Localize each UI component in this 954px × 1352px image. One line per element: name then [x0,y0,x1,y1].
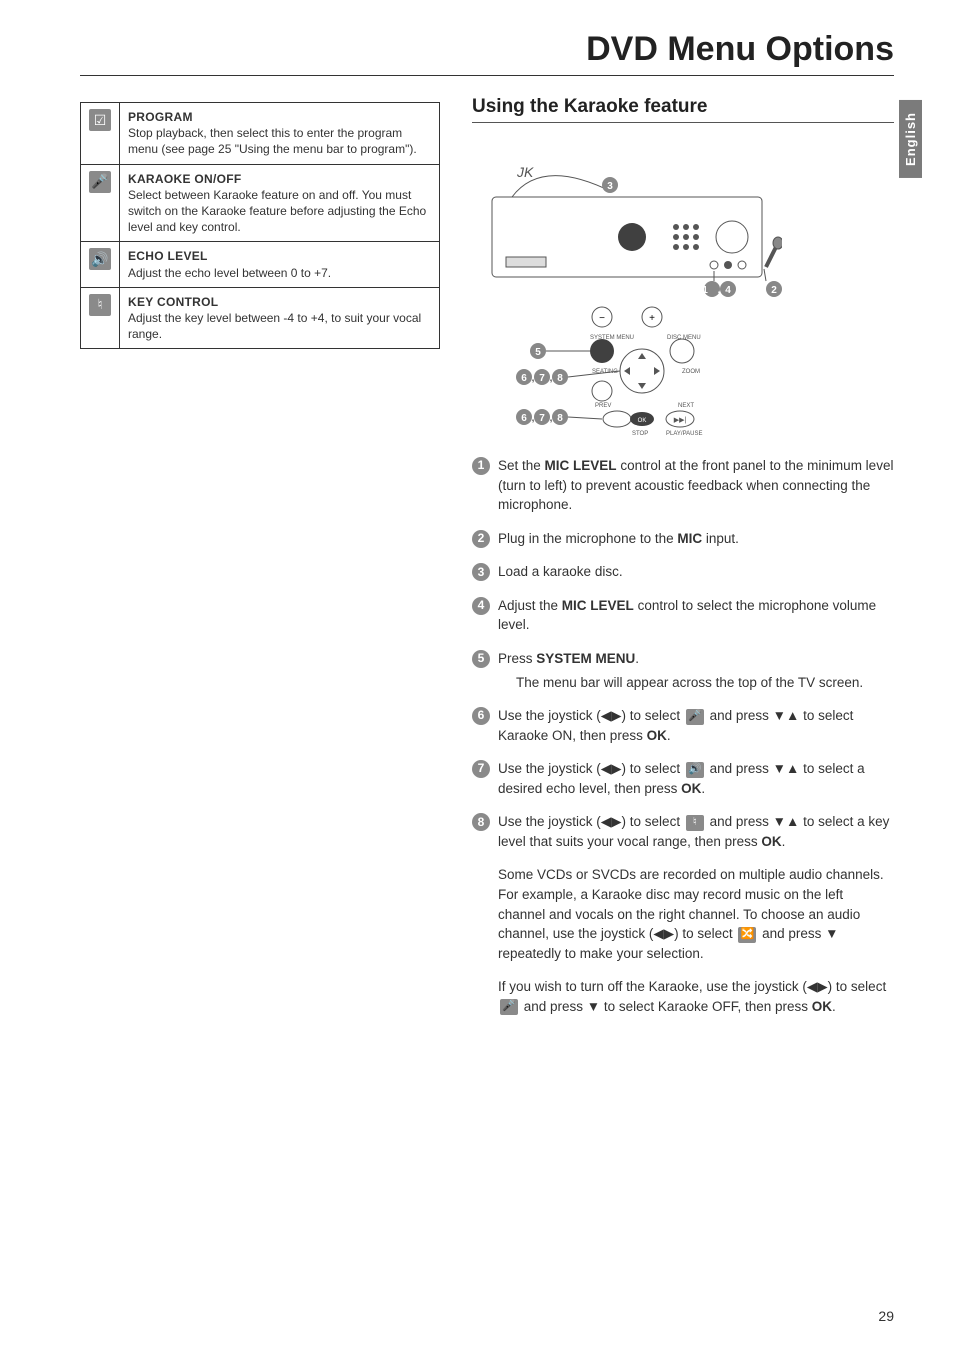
option-desc: Stop playback, then select this to enter… [128,125,431,157]
karaoke-icon: 🎤 [686,709,704,725]
svg-text:SYSTEM MENU: SYSTEM MENU [590,335,634,341]
option-desc: Select between Karaoke feature on and of… [128,187,431,236]
table-row: ♮ KEY CONTROL Adjust the key level betwe… [81,287,440,349]
table-row: 🔊 ECHO LEVEL Adjust the echo level betwe… [81,242,440,287]
instruction-steps: Set the MIC LEVEL control at the front p… [472,456,894,851]
svg-text:PLAY/PAUSE: PLAY/PAUSE [666,431,702,437]
svg-text:6: 6 [521,373,527,384]
option-title: PROGRAM [128,109,431,125]
table-row: 🎤 KARAOKE ON/OFF Select between Karaoke … [81,164,440,242]
note-block: Some VCDs or SVCDs are recorded on multi… [498,865,894,963]
svg-text:JK: JK [516,164,534,180]
svg-text:5: 5 [535,347,541,358]
step-item: Use the joystick (◀▶) to select 🎤 and pr… [472,706,894,745]
option-desc: Adjust the key level between -4 to +4, t… [128,310,431,342]
karaoke-icon: 🎤 [500,999,518,1015]
note-block: If you wish to turn off the Karaoke, use… [498,977,894,1016]
svg-text:,: , [550,413,553,424]
svg-text:,: , [532,373,535,384]
device-diagram: JK − + SYSTEM MENU DISC MENU [482,137,782,442]
svg-text:+: + [649,313,655,324]
svg-text:DISC MENU: DISC MENU [667,335,701,341]
page-title: DVD Menu Options [586,30,894,69]
step-item: Set the MIC LEVEL control at the front p… [472,456,894,515]
option-title: ECHO LEVEL [128,248,431,264]
svg-text:OK: OK [638,418,647,424]
key-control-icon: ♮ [686,815,704,831]
step-item: Use the joystick (◀▶) to select ♮ and pr… [472,812,894,851]
option-title: KEY CONTROL [128,294,431,310]
svg-text:ZOOM: ZOOM [682,369,700,375]
step-item: Plug in the microphone to the MIC input. [472,529,894,549]
svg-text:,: , [550,373,553,384]
svg-text:6: 6 [521,413,527,424]
svg-text:,: , [532,413,535,424]
step-item: Adjust the MIC LEVEL control to select t… [472,596,894,635]
step-item: Use the joystick (◀▶) to select 🔊 and pr… [472,759,894,798]
option-title: KARAOKE ON/OFF [128,171,431,187]
page-number: 29 [878,1308,894,1324]
echo-level-icon: 🔊 [686,762,704,778]
svg-text:NEXT: NEXT [678,403,694,409]
option-desc: Adjust the echo level between 0 to +7. [128,265,431,281]
karaoke-icon: 🎤 [89,171,111,193]
table-row: ☑ PROGRAM Stop playback, then select thi… [81,103,440,165]
svg-text:4: 4 [725,285,731,296]
svg-text:1: 1 [702,285,708,296]
svg-text:8: 8 [557,373,563,384]
echo-level-icon: 🔊 [89,248,111,270]
svg-text:7: 7 [539,373,545,384]
options-table: ☑ PROGRAM Stop playback, then select thi… [80,102,440,349]
svg-text:2: 2 [771,285,777,296]
svg-text:7: 7 [539,413,545,424]
step-item: Press SYSTEM MENU. The menu bar will app… [472,649,894,692]
svg-text:8: 8 [557,413,563,424]
key-control-icon: ♮ [89,294,111,316]
svg-text:▶▶|: ▶▶| [674,417,687,424]
program-icon: ☑ [89,109,111,131]
title-rule [80,75,894,76]
step-item: Load a karaoke disc. [472,562,894,582]
language-tab: English [899,100,922,178]
svg-text:3: 3 [607,181,613,192]
svg-text:PREV: PREV [595,403,611,409]
audio-channel-icon: 🔀 [738,927,756,943]
step-sub: The menu bar will appear across the top … [516,673,894,693]
section-heading: Using the Karaoke feature [472,96,894,123]
svg-text:−: − [599,313,605,324]
svg-text:STOP: STOP [632,431,648,437]
